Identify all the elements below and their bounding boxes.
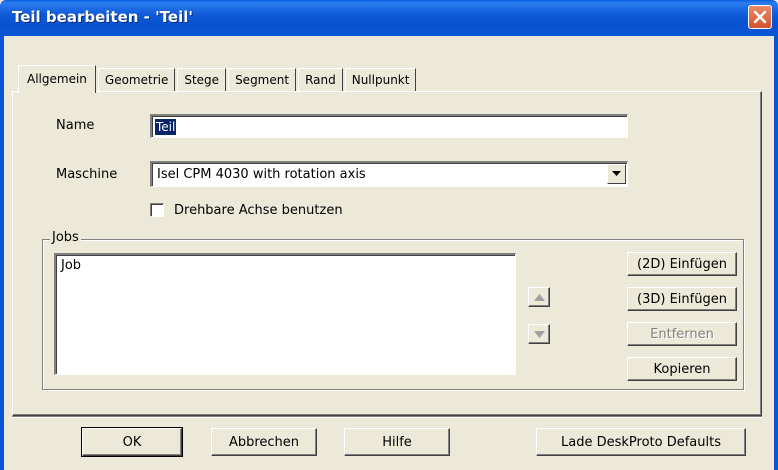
window-title: Teil bearbeiten - 'Teil': [12, 8, 193, 26]
tab-strip: Allgemein Geometrie Stege Segment Rand N…: [18, 64, 418, 93]
cancel-button[interactable]: Abbrechen: [211, 428, 317, 456]
tab-nullpunkt[interactable]: Nullpunkt: [344, 68, 417, 92]
name-input-value: Teil: [155, 119, 177, 135]
move-up-button[interactable]: [528, 287, 550, 307]
rotary-axis-checkbox[interactable]: [150, 203, 164, 217]
machine-label: Maschine: [56, 167, 118, 182]
list-item[interactable]: Job: [61, 258, 81, 273]
triangle-down-icon: [533, 330, 545, 338]
name-input[interactable]: Teil: [150, 114, 628, 138]
triangle-up-icon: [533, 293, 545, 301]
jobs-list[interactable]: Job: [54, 253, 516, 375]
window-frame-right: [774, 36, 778, 470]
move-down-button[interactable]: [528, 324, 550, 344]
jobs-group-label: Jobs: [50, 230, 81, 245]
window-frame-left: [0, 36, 4, 470]
insert-2d-button[interactable]: (2D) Einfügen: [627, 252, 737, 276]
rotary-axis-label: Drehbare Achse benutzen: [174, 203, 343, 218]
close-icon: [753, 10, 767, 24]
copy-button[interactable]: Kopieren: [627, 357, 737, 381]
footer-separator: [12, 416, 762, 418]
tab-segment[interactable]: Segment: [228, 68, 297, 92]
close-button[interactable]: [748, 5, 772, 29]
insert-3d-button[interactable]: (3D) Einfügen: [627, 287, 737, 311]
help-button[interactable]: Hilfe: [344, 428, 450, 456]
ok-button[interactable]: OK: [81, 427, 183, 457]
machine-select-value: Isel CPM 4030 with rotation axis: [157, 167, 366, 182]
tab-geometrie[interactable]: Geometrie: [97, 68, 176, 92]
name-label: Name: [56, 118, 95, 133]
tab-rand[interactable]: Rand: [298, 68, 343, 92]
title-bar[interactable]: Teil bearbeiten - 'Teil': [0, 0, 778, 36]
load-defaults-button[interactable]: Lade DeskProto Defaults: [536, 428, 746, 456]
remove-button[interactable]: Entfernen: [627, 322, 737, 346]
machine-select[interactable]: Isel CPM 4030 with rotation axis: [150, 161, 628, 187]
chevron-down-icon: [612, 171, 621, 176]
tab-allgemein[interactable]: Allgemein: [18, 65, 96, 93]
tab-stege[interactable]: Stege: [177, 68, 227, 92]
machine-dropdown-button[interactable]: [607, 164, 626, 184]
